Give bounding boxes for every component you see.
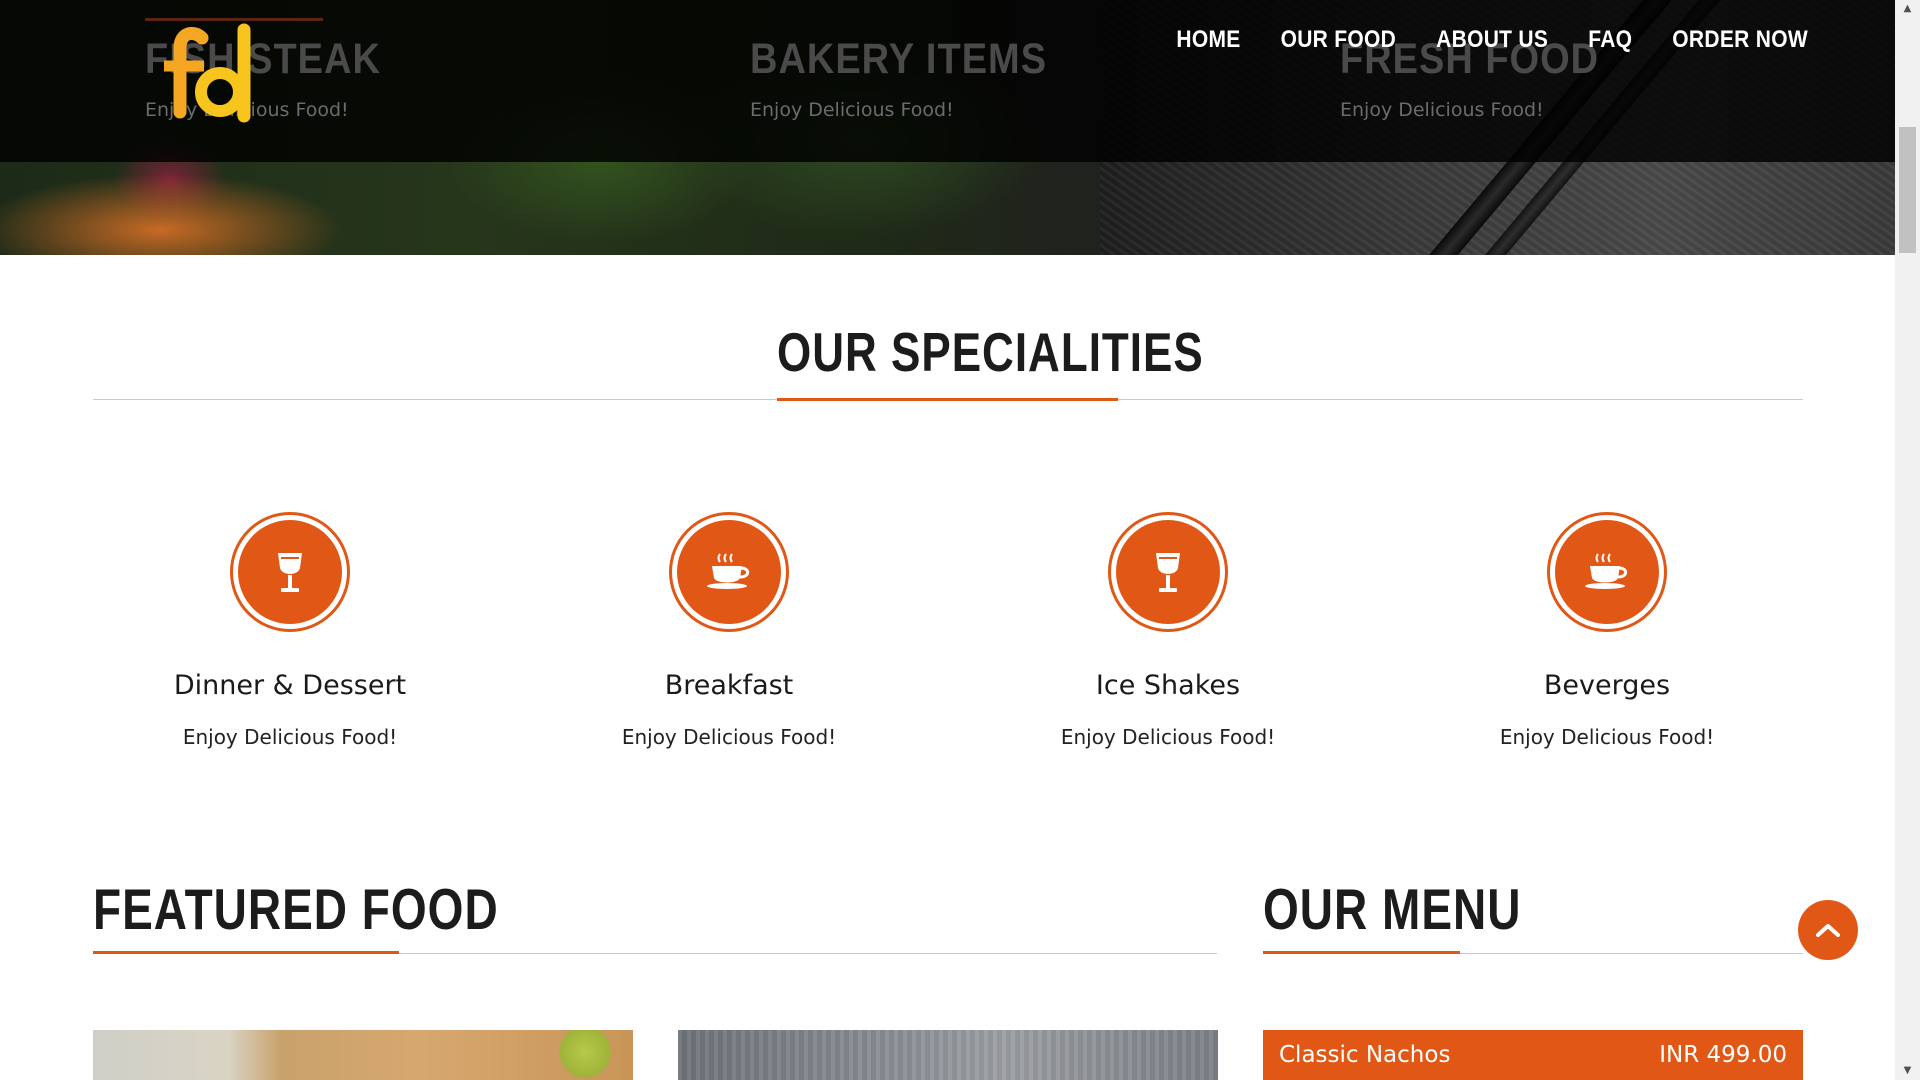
speciality-subtitle: Enjoy Delicious Food! bbox=[1060, 725, 1276, 749]
menu-item[interactable]: Classic Nachos INR 499.00 bbox=[1263, 1030, 1803, 1080]
chevron-up-icon bbox=[1816, 924, 1840, 937]
coffee-cup-icon bbox=[1585, 553, 1628, 589]
menu-item-name: Classic Nachos bbox=[1279, 1042, 1451, 1068]
wine-glass-icon bbox=[1156, 553, 1180, 592]
scroll-up-arrow-icon[interactable]: ▲ bbox=[1895, 0, 1920, 18]
heading-underline bbox=[1263, 951, 1460, 954]
slide-caption-2[interactable]: BAKERY ITEMS Enjoy Delicious Food! bbox=[750, 36, 1047, 121]
scrollbar-thumb[interactable] bbox=[1899, 127, 1916, 253]
speciality-icon-circle bbox=[1108, 512, 1228, 632]
speciality-icon-circle bbox=[1547, 512, 1667, 632]
fd-logo[interactable] bbox=[158, 20, 258, 130]
speciality-card[interactable]: Dinner & Dessert Enjoy Delicious Food! bbox=[70, 512, 510, 749]
heading-underline bbox=[93, 951, 399, 954]
speciality-title: Dinner & Dessert bbox=[173, 670, 407, 701]
speciality-subtitle: Enjoy Delicious Food! bbox=[621, 725, 837, 749]
scroll-down-arrow-icon[interactable]: ▼ bbox=[1895, 1062, 1920, 1080]
nav-order-now[interactable]: ORDER NOW bbox=[1672, 26, 1808, 54]
featured-heading: FEATURED FOOD bbox=[93, 876, 499, 942]
menu-heading: OUR MENU bbox=[1263, 876, 1522, 942]
featured-food-image[interactable] bbox=[678, 1030, 1218, 1080]
featured-food-image[interactable] bbox=[93, 1030, 633, 1080]
slide-subtitle: Enjoy Delicious Food! bbox=[1340, 99, 1544, 121]
speciality-icon-circle bbox=[230, 512, 350, 632]
back-to-top-button[interactable] bbox=[1798, 900, 1858, 960]
specialities-heading: OUR SPECIALITIES bbox=[777, 322, 1204, 384]
nav-faq[interactable]: FAQ bbox=[1588, 26, 1632, 54]
speciality-title: Beverges bbox=[1543, 670, 1671, 701]
speciality-card[interactable]: Beverges Enjoy Delicious Food! bbox=[1387, 512, 1827, 749]
speciality-title: Breakfast bbox=[664, 670, 794, 701]
nav-our-food[interactable]: OUR FOOD bbox=[1281, 26, 1397, 54]
menu-item-price: INR 499.00 bbox=[1659, 1042, 1787, 1068]
speciality-subtitle: Enjoy Delicious Food! bbox=[182, 725, 398, 749]
coffee-cup-icon bbox=[707, 553, 750, 589]
speciality-card[interactable]: Ice Shakes Enjoy Delicious Food! bbox=[948, 512, 1388, 749]
main-nav: HOME OUR FOOD ABOUT US FAQ ORDER NOW bbox=[1176, 26, 1808, 54]
heading-underline bbox=[777, 398, 1118, 401]
speciality-icon-circle bbox=[669, 512, 789, 632]
nav-home[interactable]: HOME bbox=[1176, 26, 1240, 54]
wine-glass-icon bbox=[278, 553, 302, 592]
nav-about-us[interactable]: ABOUT US bbox=[1436, 26, 1548, 54]
speciality-title: Ice Shakes bbox=[1095, 670, 1241, 701]
page-scrollbar[interactable]: ▲ ▼ bbox=[1895, 0, 1920, 1080]
speciality-subtitle: Enjoy Delicious Food! bbox=[1499, 725, 1715, 749]
slide-title: BAKERY ITEMS bbox=[750, 36, 1048, 84]
speciality-card[interactable]: Breakfast Enjoy Delicious Food! bbox=[509, 512, 949, 749]
slide-subtitle: Enjoy Delicious Food! bbox=[750, 99, 954, 121]
